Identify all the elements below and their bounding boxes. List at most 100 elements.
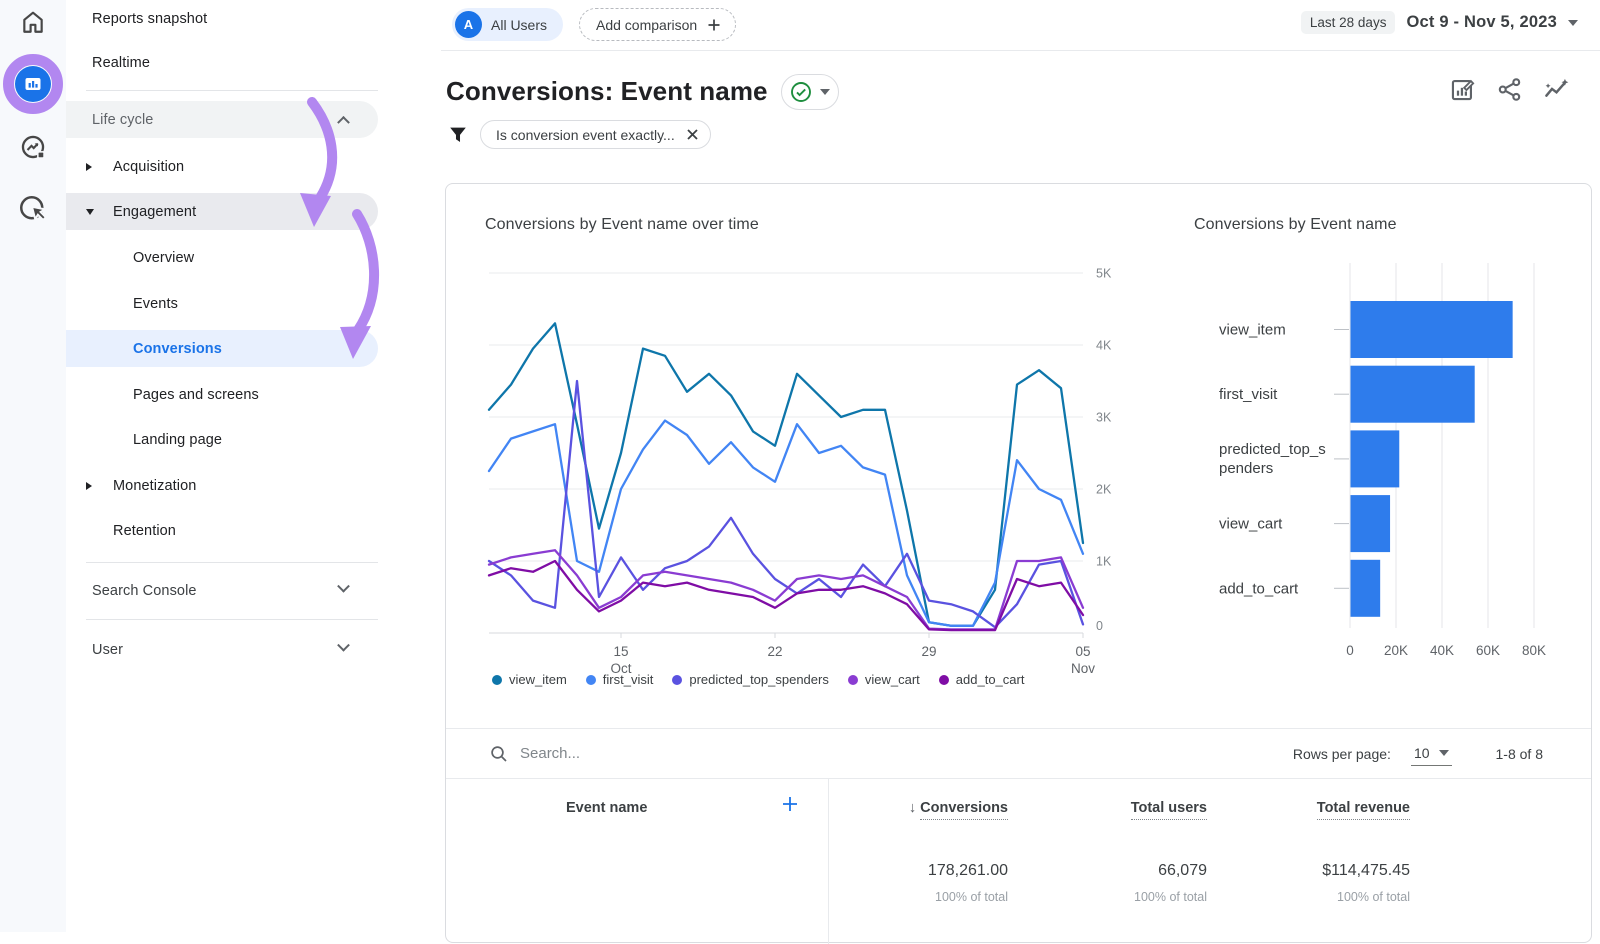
bar-view_cart[interactable] (1351, 495, 1391, 552)
nav-divider (86, 562, 378, 563)
page-title: Conversions: Event name (446, 76, 768, 107)
add-comparison-button[interactable]: Add comparison (579, 8, 736, 41)
pagination-range: 1-8 of 8 (1496, 746, 1543, 762)
x-axis-label: 15 (613, 644, 628, 659)
sidebar-item-conversions[interactable]: Conversions (66, 330, 378, 367)
sidebar-item-realtime[interactable]: Realtime (66, 44, 378, 81)
rows-per-page-select[interactable]: 10 (1411, 742, 1452, 766)
insights-icon[interactable] (1543, 76, 1570, 103)
total-revenue-value: $114,475.45 (1240, 862, 1410, 880)
sidebar-item-label: Engagement (113, 204, 196, 220)
collapse-triangle-icon (86, 209, 94, 215)
report-card: Conversions by Event name over time 0 1K 2… (445, 183, 1592, 943)
legend-label: first_visit (603, 672, 654, 687)
legend-label: view_cart (865, 672, 920, 687)
column-header-conversions[interactable]: ↓ Conversions (838, 800, 1008, 816)
legend-item-predicted_top_spenders[interactable]: predicted_top_spenders (672, 672, 829, 687)
line-series-first_visit[interactable] (489, 421, 1083, 626)
comparison-bar: A All Users Add comparison Last 28 days … (441, 0, 1600, 51)
reports-nav-icon[interactable] (15, 66, 51, 102)
sidebar-section-life-cycle[interactable]: Life cycle (66, 101, 378, 138)
search-icon (490, 745, 508, 763)
column-header-event-name[interactable]: Event name (566, 800, 647, 816)
collapse-chevron-icon (337, 116, 350, 129)
line-series-view_item[interactable] (489, 323, 1083, 625)
search-input[interactable]: Search... (520, 745, 580, 762)
expand-chevron-icon (337, 639, 350, 652)
legend-item-view_cart[interactable]: view_cart (848, 672, 920, 687)
expand-triangle-icon (86, 482, 92, 490)
date-range-label: Oct 9 - Nov 5, 2023 (1406, 13, 1557, 32)
report-toolbar (1449, 76, 1570, 103)
filter-bar: Is conversion event exactly... (447, 120, 711, 149)
y-axis-label: 3K (1096, 411, 1112, 425)
x-axis-label: 29 (921, 644, 936, 659)
conversions-over-time-line-chart[interactable]: 01K2K3K4K5K15Oct222905Nov (446, 244, 1146, 714)
bar-first_visit[interactable] (1351, 366, 1475, 423)
sidebar-item-engagement[interactable]: Engagement (66, 193, 378, 230)
chart-legend: view_item first_visit predicted_top_spende… (492, 672, 1024, 687)
sidebar-item-retention[interactable]: Retention (66, 512, 378, 549)
conversions-by-event-bar-chart[interactable]: 020K40K60K80Kview_itemfirst_visitpredict… (1186, 251, 1581, 671)
total-revenue-subtext: 100% of total (1240, 890, 1410, 904)
sidebar-item-reports-snapshot[interactable]: Reports snapshot (66, 0, 378, 37)
legend-dot (939, 675, 949, 685)
legend-dot (492, 675, 502, 685)
advertising-icon[interactable] (18, 194, 48, 224)
line-chart-title: Conversions by Event name over time (485, 216, 759, 234)
bar-add_to_cart[interactable] (1351, 560, 1381, 617)
expand-chevron-icon (337, 580, 350, 593)
home-icon[interactable] (20, 9, 46, 35)
sidebar-item-label: Acquisition (113, 159, 184, 175)
sidebar-section-user[interactable]: User (66, 631, 378, 668)
add-comparison-label: Add comparison (596, 17, 697, 33)
column-header-total-users[interactable]: Total users (1037, 800, 1207, 816)
conversion-status-dropdown[interactable] (781, 74, 839, 110)
y-axis-label: 1K (1096, 555, 1112, 569)
x-axis-sublabel: Nov (1071, 661, 1095, 676)
line-series-add_to_cart[interactable] (489, 561, 1083, 630)
sort-arrow-icon: ↓ (909, 800, 920, 816)
legend-dot (848, 675, 858, 685)
sidebar-item-label: Conversions (133, 341, 222, 357)
bar-predicted_top_spenders[interactable] (1351, 430, 1400, 487)
date-range-picker[interactable]: Last 28 days Oct 9 - Nov 5, 2023 (1301, 11, 1578, 34)
x-axis-label: 22 (767, 644, 782, 659)
plus-icon (706, 17, 722, 33)
y-axis-label: 2K (1096, 483, 1112, 497)
all-users-label: All Users (491, 17, 547, 33)
column-header-total-revenue[interactable]: Total revenue (1240, 800, 1410, 816)
date-preset-badge: Last 28 days (1301, 11, 1396, 34)
sidebar-item-overview[interactable]: Overview (66, 239, 378, 276)
sidebar-item-label: Events (133, 296, 178, 312)
legend-item-add_to_cart[interactable]: add_to_cart (939, 672, 1025, 687)
total-conversions-value: 178,261.00 (838, 862, 1008, 880)
sidebar-item-label: Realtime (92, 55, 150, 71)
filter-funnel-icon[interactable] (447, 124, 469, 146)
sidebar-item-acquisition[interactable]: Acquisition (66, 148, 378, 185)
add-dimension-button[interactable] (780, 794, 800, 814)
sidebar-item-monetization[interactable]: Monetization (66, 467, 378, 504)
nav-divider (86, 619, 378, 620)
table-column-divider (828, 779, 829, 944)
app-rail (0, 0, 66, 932)
legend-item-view_item[interactable]: view_item (492, 672, 567, 687)
y-axis-label: 0 (1096, 619, 1103, 633)
legend-item-first_visit[interactable]: first_visit (586, 672, 654, 687)
sidebar-item-label: Retention (113, 523, 176, 539)
total-users-value: 66,079 (1037, 862, 1207, 880)
explore-icon[interactable] (19, 133, 47, 161)
y-axis-label: 4K (1096, 339, 1112, 353)
sidebar-item-events[interactable]: Events (66, 285, 378, 322)
bar-view_item[interactable] (1351, 301, 1513, 358)
sidebar-item-pages-and-screens[interactable]: Pages and screens (66, 376, 378, 413)
total-conversions-subtext: 100% of total (838, 890, 1008, 904)
close-icon[interactable] (685, 127, 700, 142)
filter-chip[interactable]: Is conversion event exactly... (480, 120, 711, 149)
sidebar-section-search-console[interactable]: Search Console (66, 572, 378, 609)
customize-report-icon[interactable] (1449, 76, 1476, 103)
legend-dot (672, 675, 682, 685)
sidebar-item-landing-page[interactable]: Landing page (66, 421, 378, 458)
all-users-chip[interactable]: A All Users (452, 8, 563, 41)
share-icon[interactable] (1496, 76, 1523, 103)
